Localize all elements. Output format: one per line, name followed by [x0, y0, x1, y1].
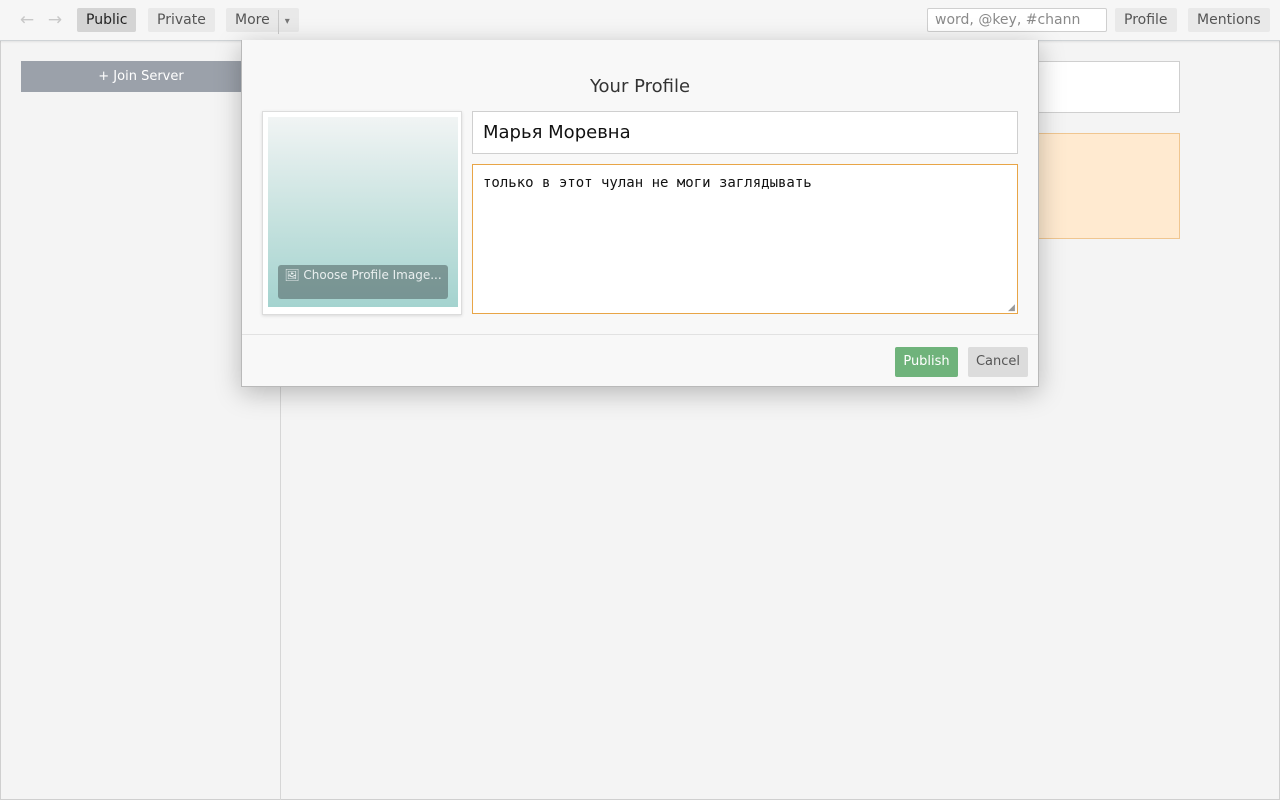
choose-profile-image-button[interactable]: 🖼 Choose Profile Image...	[278, 265, 448, 299]
arrow-left-icon[interactable]: ←	[16, 9, 38, 31]
dialog-title: Your Profile	[589, 76, 691, 97]
choose-image-label: Choose Profile Image...	[303, 268, 442, 282]
sidebar: + Join Server	[0, 41, 281, 800]
publish-button[interactable]: Publish	[895, 347, 958, 377]
more-label: More	[235, 12, 270, 28]
chevron-down-icon[interactable]: ▾	[277, 10, 290, 34]
more-dropdown[interactable]: More ▾	[226, 8, 299, 34]
tab-public[interactable]: Public	[77, 8, 137, 32]
image-icon: 🖼	[284, 268, 300, 282]
dialog-footer: Publish Cancel	[242, 334, 1038, 388]
resize-handle-icon[interactable]: ◢	[1008, 304, 1016, 313]
mentions-button[interactable]: Mentions	[1188, 8, 1270, 32]
cancel-button[interactable]: Cancel	[968, 347, 1028, 377]
arrow-right-icon[interactable]: →	[44, 9, 66, 31]
top-bar: ← → Public Private More ▾ Profile Mention…	[0, 0, 1280, 41]
profile-dialog: Your Profile 🖼 Choose Profile Image... т…	[241, 40, 1039, 387]
profile-image[interactable]: 🖼 Choose Profile Image...	[268, 117, 458, 307]
name-field[interactable]	[472, 111, 1018, 154]
search-input[interactable]	[927, 8, 1107, 32]
join-server-button[interactable]: + Join Server	[21, 61, 261, 92]
about-field[interactable]: только в этот чулан не моги заглядывать	[472, 164, 1018, 314]
profile-image-frame: 🖼 Choose Profile Image...	[262, 111, 462, 315]
tab-private[interactable]: Private	[148, 8, 215, 32]
profile-button[interactable]: Profile	[1115, 8, 1177, 32]
